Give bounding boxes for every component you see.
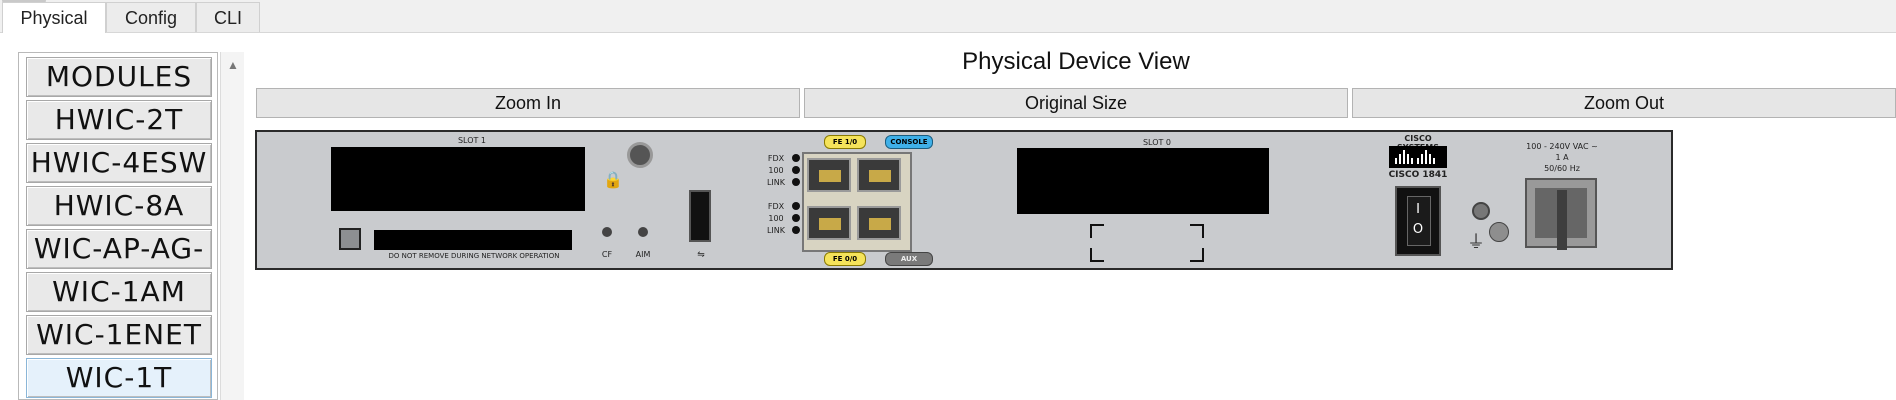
bracket-tl — [1090, 224, 1104, 238]
ground-post — [1472, 202, 1490, 220]
led-2 — [792, 166, 800, 174]
model-label: CISCO 1841 — [1388, 170, 1448, 180]
aim-led — [638, 227, 648, 237]
fe-0-1-port[interactable] — [807, 158, 851, 192]
power-switch[interactable]: I O — [1395, 186, 1441, 256]
bracket-bl — [1090, 248, 1104, 262]
aux-port[interactable] — [857, 206, 901, 240]
fdx-label-2: FDX — [767, 202, 785, 211]
modules-list[interactable]: MODULES HWIC-2T HWIC-4ESW HWIC-8A WIC-AP… — [18, 52, 218, 400]
led-3 — [792, 178, 800, 186]
tab-cli[interactable]: CLI — [196, 2, 260, 32]
tab-config[interactable]: Config — [106, 2, 196, 32]
module-item-wic-ap-ag[interactable]: WIC-AP-AG- — [26, 229, 212, 269]
zoom-out-button[interactable]: Zoom Out — [1352, 88, 1896, 118]
module-item-hwic-2t[interactable]: HWIC-2T — [26, 100, 212, 140]
slot1-sub — [374, 230, 572, 250]
cf-label: CF — [601, 250, 613, 259]
bracket-tr — [1190, 224, 1204, 238]
lock-icon: 🔒 — [603, 170, 623, 189]
usb-icon: ⇋ — [697, 250, 705, 260]
usb-port[interactable] — [689, 190, 711, 242]
tab-bar: Physical Config CLI — [0, 0, 1896, 33]
screw-knob — [627, 142, 653, 168]
modules-scrollbar[interactable]: ▲ — [220, 52, 244, 400]
slot1-label: SLOT 1 — [457, 136, 487, 145]
zoom-in-button[interactable]: Zoom In — [256, 88, 800, 118]
cf-led — [602, 227, 612, 237]
aim-label: AIM — [635, 250, 651, 259]
power-socket[interactable] — [1525, 178, 1597, 250]
tab-physical[interactable]: Physical — [2, 2, 106, 33]
slot0[interactable] — [1017, 148, 1269, 214]
scroll-up-icon[interactable]: ▲ — [227, 58, 239, 72]
console-label: CONSOLE — [885, 135, 933, 149]
speed-label-2: 100 — [768, 214, 784, 223]
switch-off-label: O — [1412, 222, 1424, 237]
speed-label-1: 100 — [768, 166, 784, 175]
power-rating-2: 1 A — [1555, 153, 1569, 162]
module-item-wic-1t[interactable]: WIC-1T — [26, 358, 212, 398]
led-1 — [792, 154, 800, 162]
router-chassis: SLOT 1 DO NOT REMOVE DURING NETWORK OPER… — [255, 130, 1673, 270]
modules-header: MODULES — [26, 57, 212, 97]
warning-label: DO NOT REMOVE DURING NETWORK OPERATION — [388, 252, 560, 260]
slot1[interactable] — [331, 147, 585, 211]
aux-label: AUX — [885, 252, 933, 266]
fe-0-0-port[interactable] — [807, 206, 851, 240]
bracket-br — [1190, 248, 1204, 262]
led-5 — [792, 214, 800, 222]
module-item-hwic-4esw[interactable]: HWIC-4ESW — [26, 143, 212, 183]
fdx-label-1: FDX — [767, 154, 785, 163]
fe00-label: FE 0/0 — [824, 252, 866, 266]
slot-button — [339, 228, 361, 250]
module-item-wic-1am[interactable]: WIC-1AM — [26, 272, 212, 312]
ground-icon: ⏚ — [1467, 232, 1485, 253]
led-4 — [792, 202, 800, 210]
physical-view-title: Physical Device View — [962, 48, 1190, 75]
module-item-hwic-8a[interactable]: HWIC-8A — [26, 186, 212, 226]
module-item-wic-1enet[interactable]: WIC-1ENET — [26, 315, 212, 355]
fe10-label: FE 1/0 — [824, 135, 866, 149]
slot0-label: SLOT 0 — [1142, 138, 1172, 147]
original-size-button[interactable]: Original Size — [804, 88, 1348, 118]
console-port[interactable] — [857, 158, 901, 192]
screw-icon — [1489, 222, 1509, 242]
switch-on-label: I — [1416, 202, 1420, 217]
power-rating-3: 50/60 Hz — [1544, 164, 1580, 173]
cisco-logo-icon — [1389, 146, 1447, 168]
power-rating-1: 100 - 240V VAC ~ — [1526, 142, 1598, 151]
link-label-1: LINK — [766, 178, 786, 187]
link-label-2: LINK — [766, 226, 786, 235]
led-6 — [792, 226, 800, 234]
